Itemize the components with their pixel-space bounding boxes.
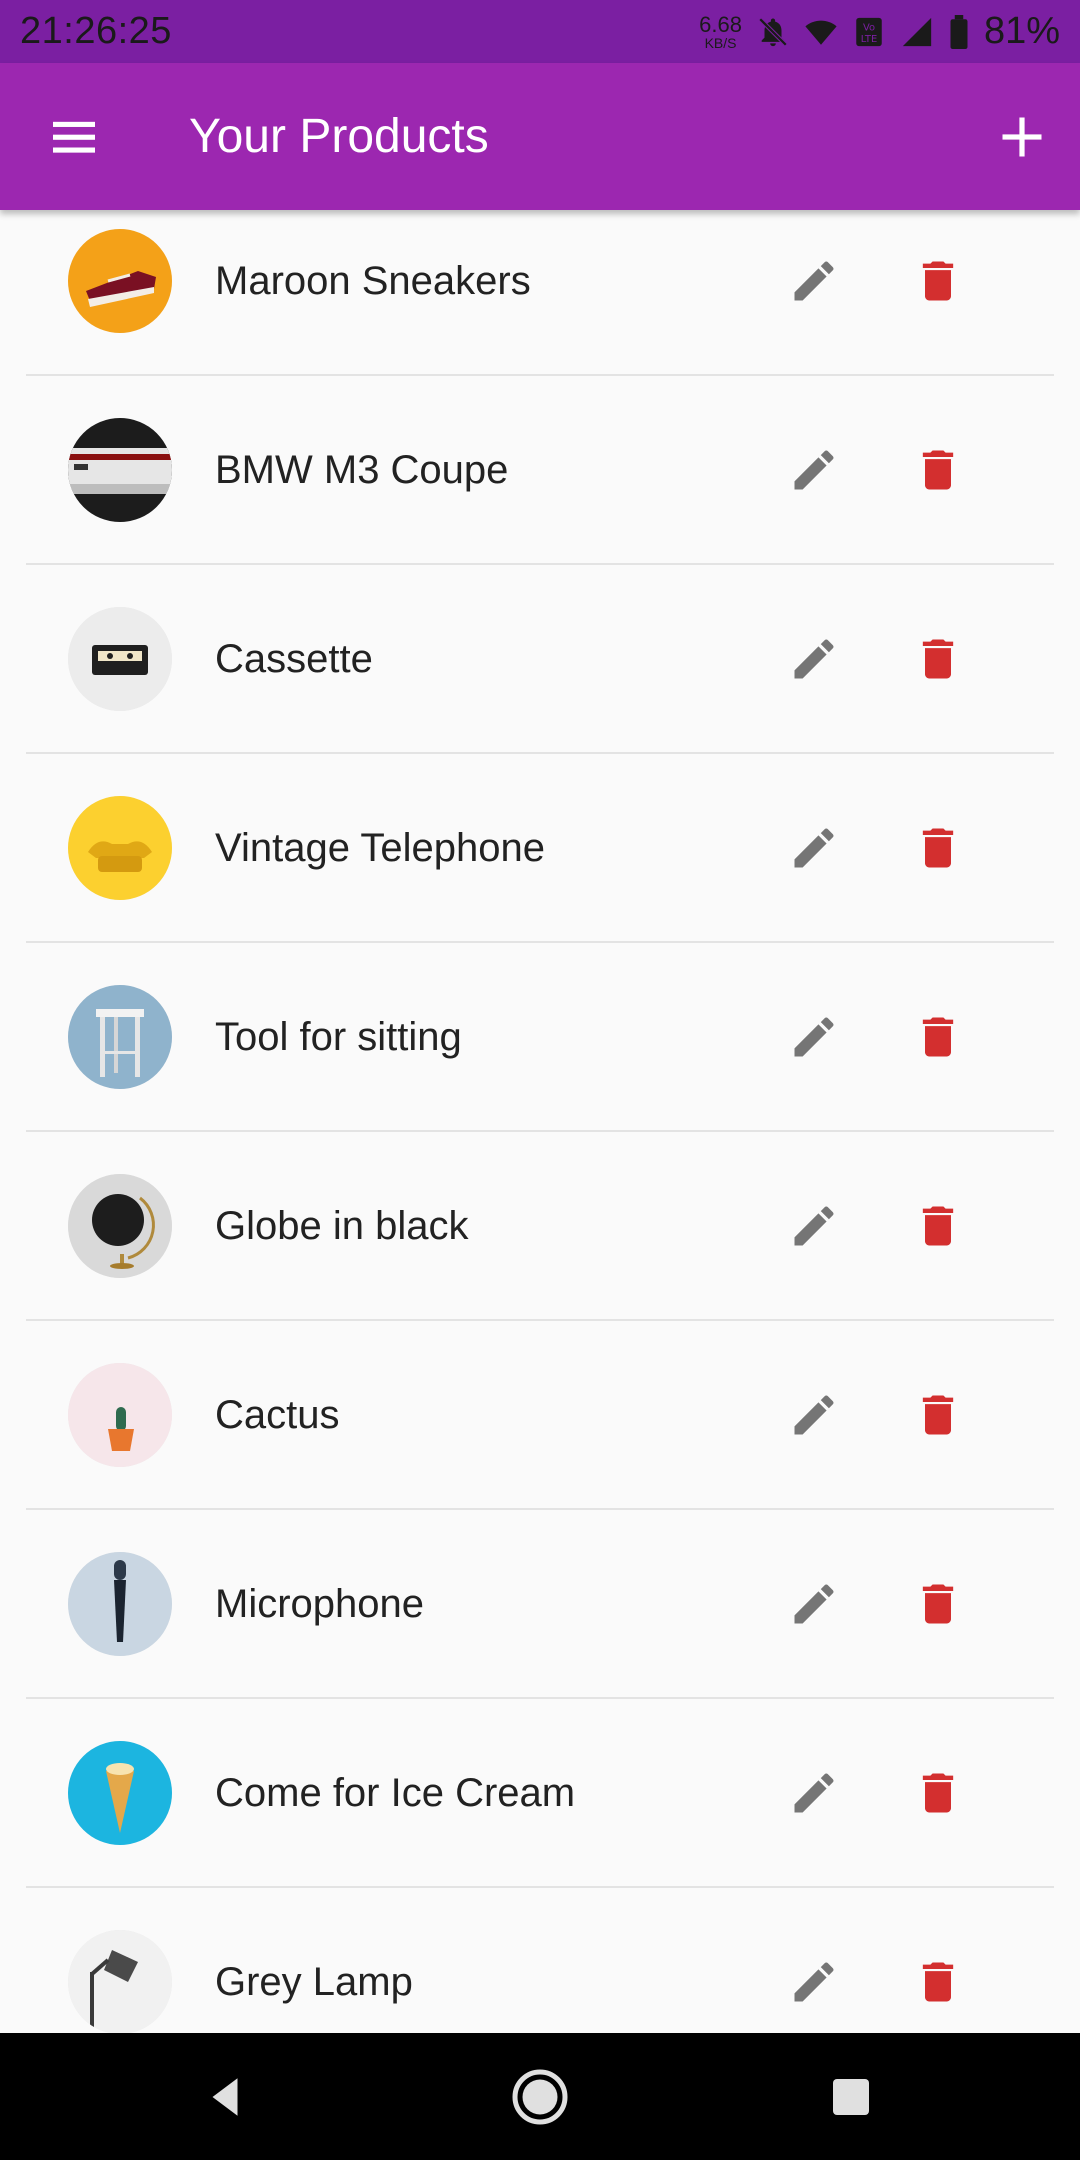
trash-icon xyxy=(922,1395,954,1435)
bell-off-icon xyxy=(756,15,790,49)
product-title: Grey Lamp xyxy=(215,1960,413,2004)
delete-button[interactable] xyxy=(908,1196,968,1256)
list-item: Grey Lamp xyxy=(0,1888,1080,2033)
product-title: Globe in black xyxy=(215,1204,469,1248)
product-thumbnail xyxy=(68,229,172,333)
volte-icon: Vo LTE xyxy=(852,15,886,49)
edit-button[interactable] xyxy=(784,818,844,878)
product-title: Cassette xyxy=(215,637,373,681)
battery-icon xyxy=(948,14,970,49)
product-thumbnail xyxy=(68,1363,172,1467)
trash-icon xyxy=(922,1206,954,1246)
recents-icon xyxy=(833,2079,869,2115)
edit-button[interactable] xyxy=(784,251,844,311)
edit-button[interactable] xyxy=(784,1196,844,1256)
pencil-icon xyxy=(794,1017,834,1057)
list-item: BMW M3 Coupe xyxy=(0,376,1080,565)
status-icons: 6.68 KB/S Vo LTE 81% xyxy=(699,10,1060,53)
product-thumbnail xyxy=(68,985,172,1089)
list-item: Cactus xyxy=(0,1321,1080,1510)
product-title: Vintage Telephone xyxy=(215,826,545,870)
product-thumbnail xyxy=(68,1174,172,1278)
delete-button[interactable] xyxy=(908,1574,968,1634)
network-speed-value: 6.68 xyxy=(699,11,742,37)
wifi-icon xyxy=(804,15,838,49)
pencil-icon xyxy=(794,1773,834,1813)
system-nav-bar xyxy=(0,2033,1080,2160)
back-button[interactable] xyxy=(189,2061,261,2133)
add-product-button[interactable] xyxy=(984,99,1060,175)
product-list[interactable]: Maroon Sneakers BMW M3 Coupe Cassette Vi… xyxy=(0,210,1080,2033)
delete-button[interactable] xyxy=(908,1763,968,1823)
delete-button[interactable] xyxy=(908,1385,968,1445)
edit-button[interactable] xyxy=(784,1763,844,1823)
pencil-icon xyxy=(794,450,834,490)
delete-button[interactable] xyxy=(908,818,968,878)
pencil-icon xyxy=(794,1206,834,1246)
edit-button[interactable] xyxy=(784,1385,844,1445)
pencil-icon xyxy=(794,1962,834,2002)
product-title: BMW M3 Coupe xyxy=(215,448,509,492)
trash-icon xyxy=(922,450,954,490)
list-item: Globe in black xyxy=(0,1132,1080,1321)
product-title: Cactus xyxy=(215,1393,340,1437)
product-thumbnail xyxy=(68,607,172,711)
delete-button[interactable] xyxy=(908,440,968,500)
home-icon xyxy=(512,2069,568,2125)
product-title: Tool for sitting xyxy=(215,1015,462,1059)
edit-button[interactable] xyxy=(784,1574,844,1634)
trash-icon xyxy=(922,1962,954,2002)
product-thumbnail xyxy=(68,1930,172,2033)
trash-icon xyxy=(922,1017,954,1057)
svg-text:Vo: Vo xyxy=(863,22,875,33)
trash-icon xyxy=(922,1584,954,1624)
list-item: Cassette xyxy=(0,565,1080,754)
delete-button[interactable] xyxy=(908,251,968,311)
hamburger-menu-icon xyxy=(53,121,95,153)
trash-icon xyxy=(922,639,954,679)
pencil-icon xyxy=(794,639,834,679)
edit-button[interactable] xyxy=(784,1007,844,1067)
app-bar: Your Products xyxy=(0,63,1080,210)
product-title: Maroon Sneakers xyxy=(215,259,531,303)
list-item: Microphone xyxy=(0,1510,1080,1699)
product-thumbnail xyxy=(68,796,172,900)
delete-button[interactable] xyxy=(908,629,968,689)
network-speed: 6.68 KB/S xyxy=(699,11,742,51)
list-item: Come for Ice Cream xyxy=(0,1699,1080,1888)
list-item: Vintage Telephone xyxy=(0,754,1080,943)
back-icon xyxy=(212,2078,238,2116)
product-thumbnail xyxy=(68,418,172,522)
status-bar: 21:26:25 6.68 KB/S Vo LTE 81% xyxy=(0,0,1080,63)
battery-percent: 81% xyxy=(983,10,1060,52)
network-speed-unit: KB/S xyxy=(704,34,737,51)
page-title: Your Products xyxy=(189,110,489,163)
list-item: Maroon Sneakers xyxy=(0,210,1080,376)
home-button[interactable] xyxy=(504,2061,576,2133)
pencil-icon xyxy=(794,1395,834,1435)
pencil-icon xyxy=(794,828,834,868)
edit-button[interactable] xyxy=(784,629,844,689)
product-thumbnail xyxy=(68,1741,172,1845)
signal-icon xyxy=(900,15,934,49)
pencil-icon xyxy=(794,261,834,301)
product-thumbnail xyxy=(68,1552,172,1656)
product-title: Microphone xyxy=(215,1582,425,1626)
delete-button[interactable] xyxy=(908,1952,968,2012)
menu-button[interactable] xyxy=(40,103,108,171)
trash-icon xyxy=(922,1773,954,1813)
pencil-icon xyxy=(794,1584,834,1624)
product-title: Come for Ice Cream xyxy=(215,1771,576,1815)
list-item: Tool for sitting xyxy=(0,943,1080,1132)
edit-button[interactable] xyxy=(784,1952,844,2012)
trash-icon xyxy=(922,828,954,868)
delete-button[interactable] xyxy=(908,1007,968,1067)
status-time: 21:26:25 xyxy=(20,10,172,52)
edit-button[interactable] xyxy=(784,440,844,500)
trash-icon xyxy=(922,261,954,301)
recents-button[interactable] xyxy=(815,2061,887,2133)
svg-text:LTE: LTE xyxy=(861,33,877,44)
plus-icon xyxy=(1002,117,1042,157)
